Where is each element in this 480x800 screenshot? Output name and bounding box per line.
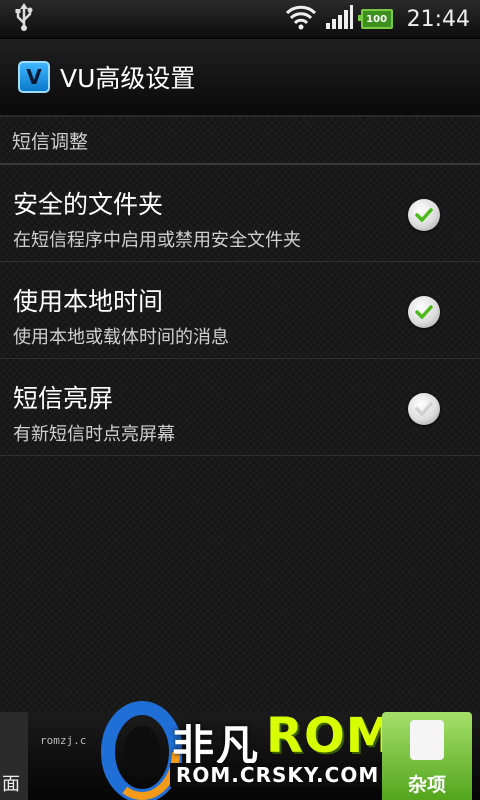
- pref-sms-wake-screen[interactable]: 短信亮屏 有新短信时点亮屏幕: [0, 361, 480, 456]
- dock-left-tab[interactable]: 面: [0, 712, 28, 800]
- app-icon: V: [18, 61, 50, 93]
- wifi-icon: [285, 4, 317, 34]
- battery-level: 100: [366, 13, 388, 25]
- dock-misc-tab[interactable]: 杂项: [382, 712, 472, 800]
- pref-summary: 在短信程序中启用或禁用安全文件夹: [13, 230, 301, 251]
- watermark-url: ROM.CRSKY.COM: [170, 763, 386, 787]
- app-icon-letter: V: [26, 65, 42, 89]
- battery-icon: 100: [357, 9, 393, 29]
- pref-checkbox-sms-wake-screen[interactable]: [408, 393, 440, 425]
- page-title: VU高级设置: [60, 64, 196, 93]
- pref-summary: 有新短信时点亮屏幕: [13, 424, 175, 445]
- pref-local-time[interactable]: 使用本地时间 使用本地或载体时间的消息: [0, 264, 480, 359]
- dock-left-label: 面: [2, 774, 20, 795]
- signal-icon: [325, 5, 353, 33]
- pref-summary: 使用本地或载体时间的消息: [13, 327, 229, 348]
- check-icon: [415, 208, 433, 222]
- app-title-bar: V VU高级设置: [0, 39, 480, 117]
- misc-box-icon: [410, 720, 444, 760]
- clock: 21:44: [406, 6, 470, 32]
- pref-title: 短信亮屏: [13, 384, 114, 413]
- check-icon: [415, 305, 433, 319]
- usb-icon: [14, 3, 34, 35]
- pref-secure-folder[interactable]: 安全的文件夹 在短信程序中启用或禁用安全文件夹: [0, 167, 480, 262]
- section-header: 短信调整: [0, 117, 480, 165]
- check-icon-unchecked: [415, 402, 433, 416]
- pref-title: 安全的文件夹: [13, 190, 164, 219]
- pref-title: 使用本地时间: [13, 287, 164, 316]
- misc-tab-label: 杂项: [408, 774, 447, 796]
- pref-checkbox-secure-folder[interactable]: [408, 199, 440, 231]
- pref-checkbox-local-time[interactable]: [408, 296, 440, 328]
- watermark-brand-rom: ROM: [266, 708, 395, 764]
- status-bar: 100 21:44: [0, 0, 480, 39]
- dock-small-text: romzj.c: [40, 734, 87, 747]
